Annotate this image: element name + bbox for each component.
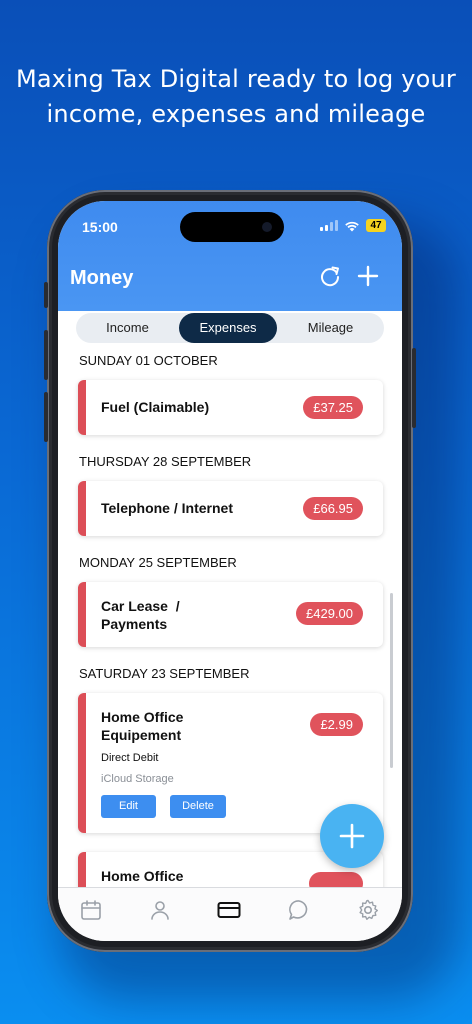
headline-line-2: income, expenses and mileage <box>46 100 426 128</box>
signal-icon <box>320 220 338 231</box>
expense-title-line-1: Home Office <box>101 868 184 884</box>
person-icon[interactable] <box>148 898 172 922</box>
expense-card-fuel[interactable]: Fuel (Claimable) £37.25 <box>78 380 383 435</box>
phone-volume-up <box>44 330 48 380</box>
payment-method: Direct Debit <box>101 752 159 764</box>
plus-icon <box>339 823 365 849</box>
bottom-nav <box>58 887 402 941</box>
segmented-control: Income Expenses Mileage <box>76 313 384 343</box>
date-header: THURSDAY 28 SEPTEMBER <box>79 454 252 469</box>
expense-title-line-2: Payments <box>101 616 168 632</box>
expense-amount <box>309 872 363 887</box>
tab-income[interactable]: Income <box>76 313 179 343</box>
expense-title: Fuel (Claimable) <box>101 399 210 415</box>
gear-icon[interactable] <box>356 898 380 922</box>
tab-mileage[interactable]: Mileage <box>277 313 384 343</box>
expense-note: iCloud Storage <box>101 773 174 785</box>
expense-amount: £2.99 <box>310 713 363 736</box>
date-header: SUNDAY 01 OCTOBER <box>79 353 218 368</box>
scrollbar[interactable] <box>390 593 393 768</box>
phone-volume-down <box>44 392 48 442</box>
add-icon[interactable] <box>355 263 381 289</box>
phone-action-button <box>44 282 48 308</box>
expense-amount: £37.25 <box>303 396 363 419</box>
page-title: Money <box>70 267 134 289</box>
status-indicators: 47 <box>320 219 386 232</box>
calendar-icon[interactable] <box>79 898 103 922</box>
expense-amount: £66.95 <box>303 497 363 520</box>
expense-card-car-lease[interactable]: Car Lease / Payments £429.00 <box>78 582 383 647</box>
camera-icon <box>262 222 272 232</box>
refresh-icon[interactable] <box>317 263 343 289</box>
expense-card-telephone[interactable]: Telephone / Internet £66.95 <box>78 481 383 536</box>
expense-title-line-1: Car Lease / <box>101 598 180 614</box>
wifi-icon <box>345 221 359 231</box>
date-header: SATURDAY 23 SEPTEMBER <box>79 666 250 681</box>
chat-icon[interactable] <box>287 898 311 922</box>
battery-indicator: 47 <box>366 219 386 232</box>
expense-amount: £429.00 <box>296 602 363 625</box>
delete-button[interactable]: Delete <box>170 795 226 818</box>
expense-title-line-1: Home Office <box>101 709 184 725</box>
headline-line-1: Maxing Tax Digital ready to log your <box>15 65 457 93</box>
dynamic-island <box>180 212 284 242</box>
date-header: MONDAY 25 SEPTEMBER <box>79 555 237 570</box>
expense-title: Telephone / Internet <box>101 500 233 516</box>
card-icon[interactable] <box>217 898 241 922</box>
edit-button[interactable]: Edit <box>101 795 156 818</box>
add-expense-button[interactable] <box>320 804 384 868</box>
status-time: 15:00 <box>82 219 118 235</box>
phone-power-button <box>412 348 416 428</box>
marketing-headline: Maxing Tax Digital ready to log your inc… <box>0 62 472 132</box>
phone-screen: 15:00 47 Money Income Expenses Mileage S… <box>58 201 402 941</box>
app-header: 15:00 47 Money <box>58 201 402 311</box>
tab-expenses[interactable]: Expenses <box>179 313 277 343</box>
expense-title-line-2: Equipement <box>101 727 182 743</box>
